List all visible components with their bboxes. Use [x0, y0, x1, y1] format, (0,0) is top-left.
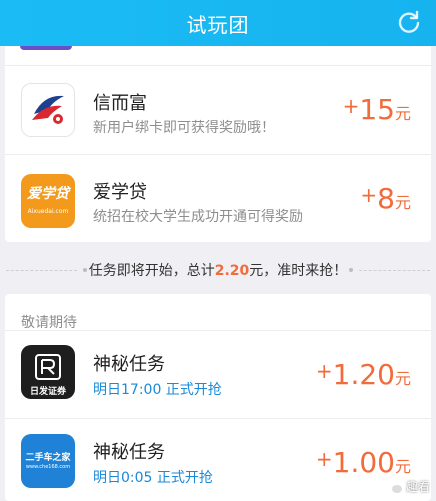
task-start-time: 明日17:00 正式开抢	[93, 382, 222, 398]
aixuedai-logo: 爱学贷 Aixuedai.com	[21, 174, 75, 228]
task-name: 神秘任务	[93, 354, 165, 375]
task-desc: 新用户绑卡即可获得奖励哦！	[93, 120, 275, 136]
upcoming-row-2[interactable]: 二手车之家 www.che168.com 神秘任务 明日0:05 正式开抢 +1…	[5, 418, 431, 501]
dot-separator	[349, 268, 354, 272]
task-name: 信而富	[93, 93, 147, 114]
task-name: 神秘任务	[93, 442, 165, 463]
dashed-line	[6, 269, 77, 271]
header-bar: 试玩团	[0, 0, 436, 46]
total-amount: 2.20	[214, 263, 250, 279]
task-row-xinerfu[interactable]: 信而富 新用户绑卡即可获得奖励哦！ +15元	[5, 65, 431, 155]
xinerfu-logo	[21, 83, 75, 137]
notice-text: 任务即将开始，总计2.20元，准时来抢！	[88, 263, 348, 279]
task-desc: 统招在校大学生成功开通可得奖励	[93, 209, 303, 225]
active-tasks-card: 信而富 新用户绑卡即可获得奖励哦！ +15元 爱学贷 Aixuedai.com …	[5, 46, 431, 242]
rifa-securities-logo: 日发证券	[21, 345, 75, 399]
task-start-time: 明日0:05 正式开抢	[93, 470, 213, 486]
task-reward: +1.00元	[315, 446, 411, 479]
upcoming-row-1[interactable]: 日发证券 神秘任务 明日17:00 正式开抢 +1.20元	[5, 330, 431, 420]
upcoming-tasks-card: 敬请期待 日发证券 神秘任务 明日17:00 正式开抢 +1.20元 二手车之家…	[5, 294, 431, 501]
task-reward: +15元	[342, 93, 411, 126]
task-reward: +8元	[360, 182, 411, 215]
page-title: 试玩团	[186, 12, 250, 37]
task-name: 爱学贷	[93, 182, 147, 203]
previous-item-logo-edge	[20, 46, 72, 50]
task-reward: +1.20元	[315, 358, 411, 391]
watermark: 趣看	[385, 478, 430, 495]
dashed-line	[359, 269, 431, 271]
che168-logo: 二手车之家 www.che168.com	[21, 434, 75, 488]
refresh-icon[interactable]	[396, 9, 422, 35]
upcoming-notice: 任务即将开始，总计2.20元，准时来抢！	[0, 258, 436, 282]
wechat-icon	[385, 480, 402, 493]
section-label: 敬请期待	[21, 315, 77, 331]
task-row-aixuedai[interactable]: 爱学贷 Aixuedai.com 爱学贷 统招在校大学生成功开通可得奖励 +8元	[5, 154, 431, 244]
